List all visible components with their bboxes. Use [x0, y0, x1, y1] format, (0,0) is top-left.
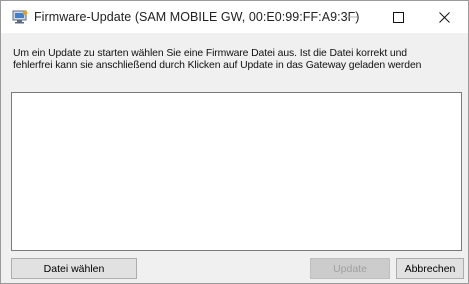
close-button[interactable]	[421, 1, 467, 33]
maximize-button[interactable]	[375, 1, 421, 33]
window-title: Firmware-Update (SAM MOBILE GW, 00:E0:99…	[34, 10, 360, 24]
choose-file-button[interactable]: Datei wählen	[11, 258, 137, 279]
minimize-icon	[347, 16, 357, 18]
maximize-icon	[392, 11, 404, 23]
update-log-area[interactable]	[11, 92, 462, 251]
instruction-text: Um ein Update zu starten wählen Sie eine…	[13, 48, 463, 72]
instruction-line-2: fehlerfrei kann sie anschließend durch K…	[13, 60, 422, 71]
update-button[interactable]: Update	[310, 258, 390, 279]
minimize-button[interactable]	[329, 1, 375, 33]
firmware-app-icon	[12, 10, 28, 25]
cancel-button[interactable]: Abbrechen	[396, 258, 464, 279]
instruction-line-1: Um ein Update zu starten wählen Sie eine…	[13, 48, 407, 59]
title-bar[interactable]: Firmware-Update (SAM MOBILE GW, 00:E0:99…	[1, 1, 468, 33]
close-icon	[438, 11, 450, 23]
firmware-update-window: Firmware-Update (SAM MOBILE GW, 00:E0:99…	[0, 0, 469, 284]
